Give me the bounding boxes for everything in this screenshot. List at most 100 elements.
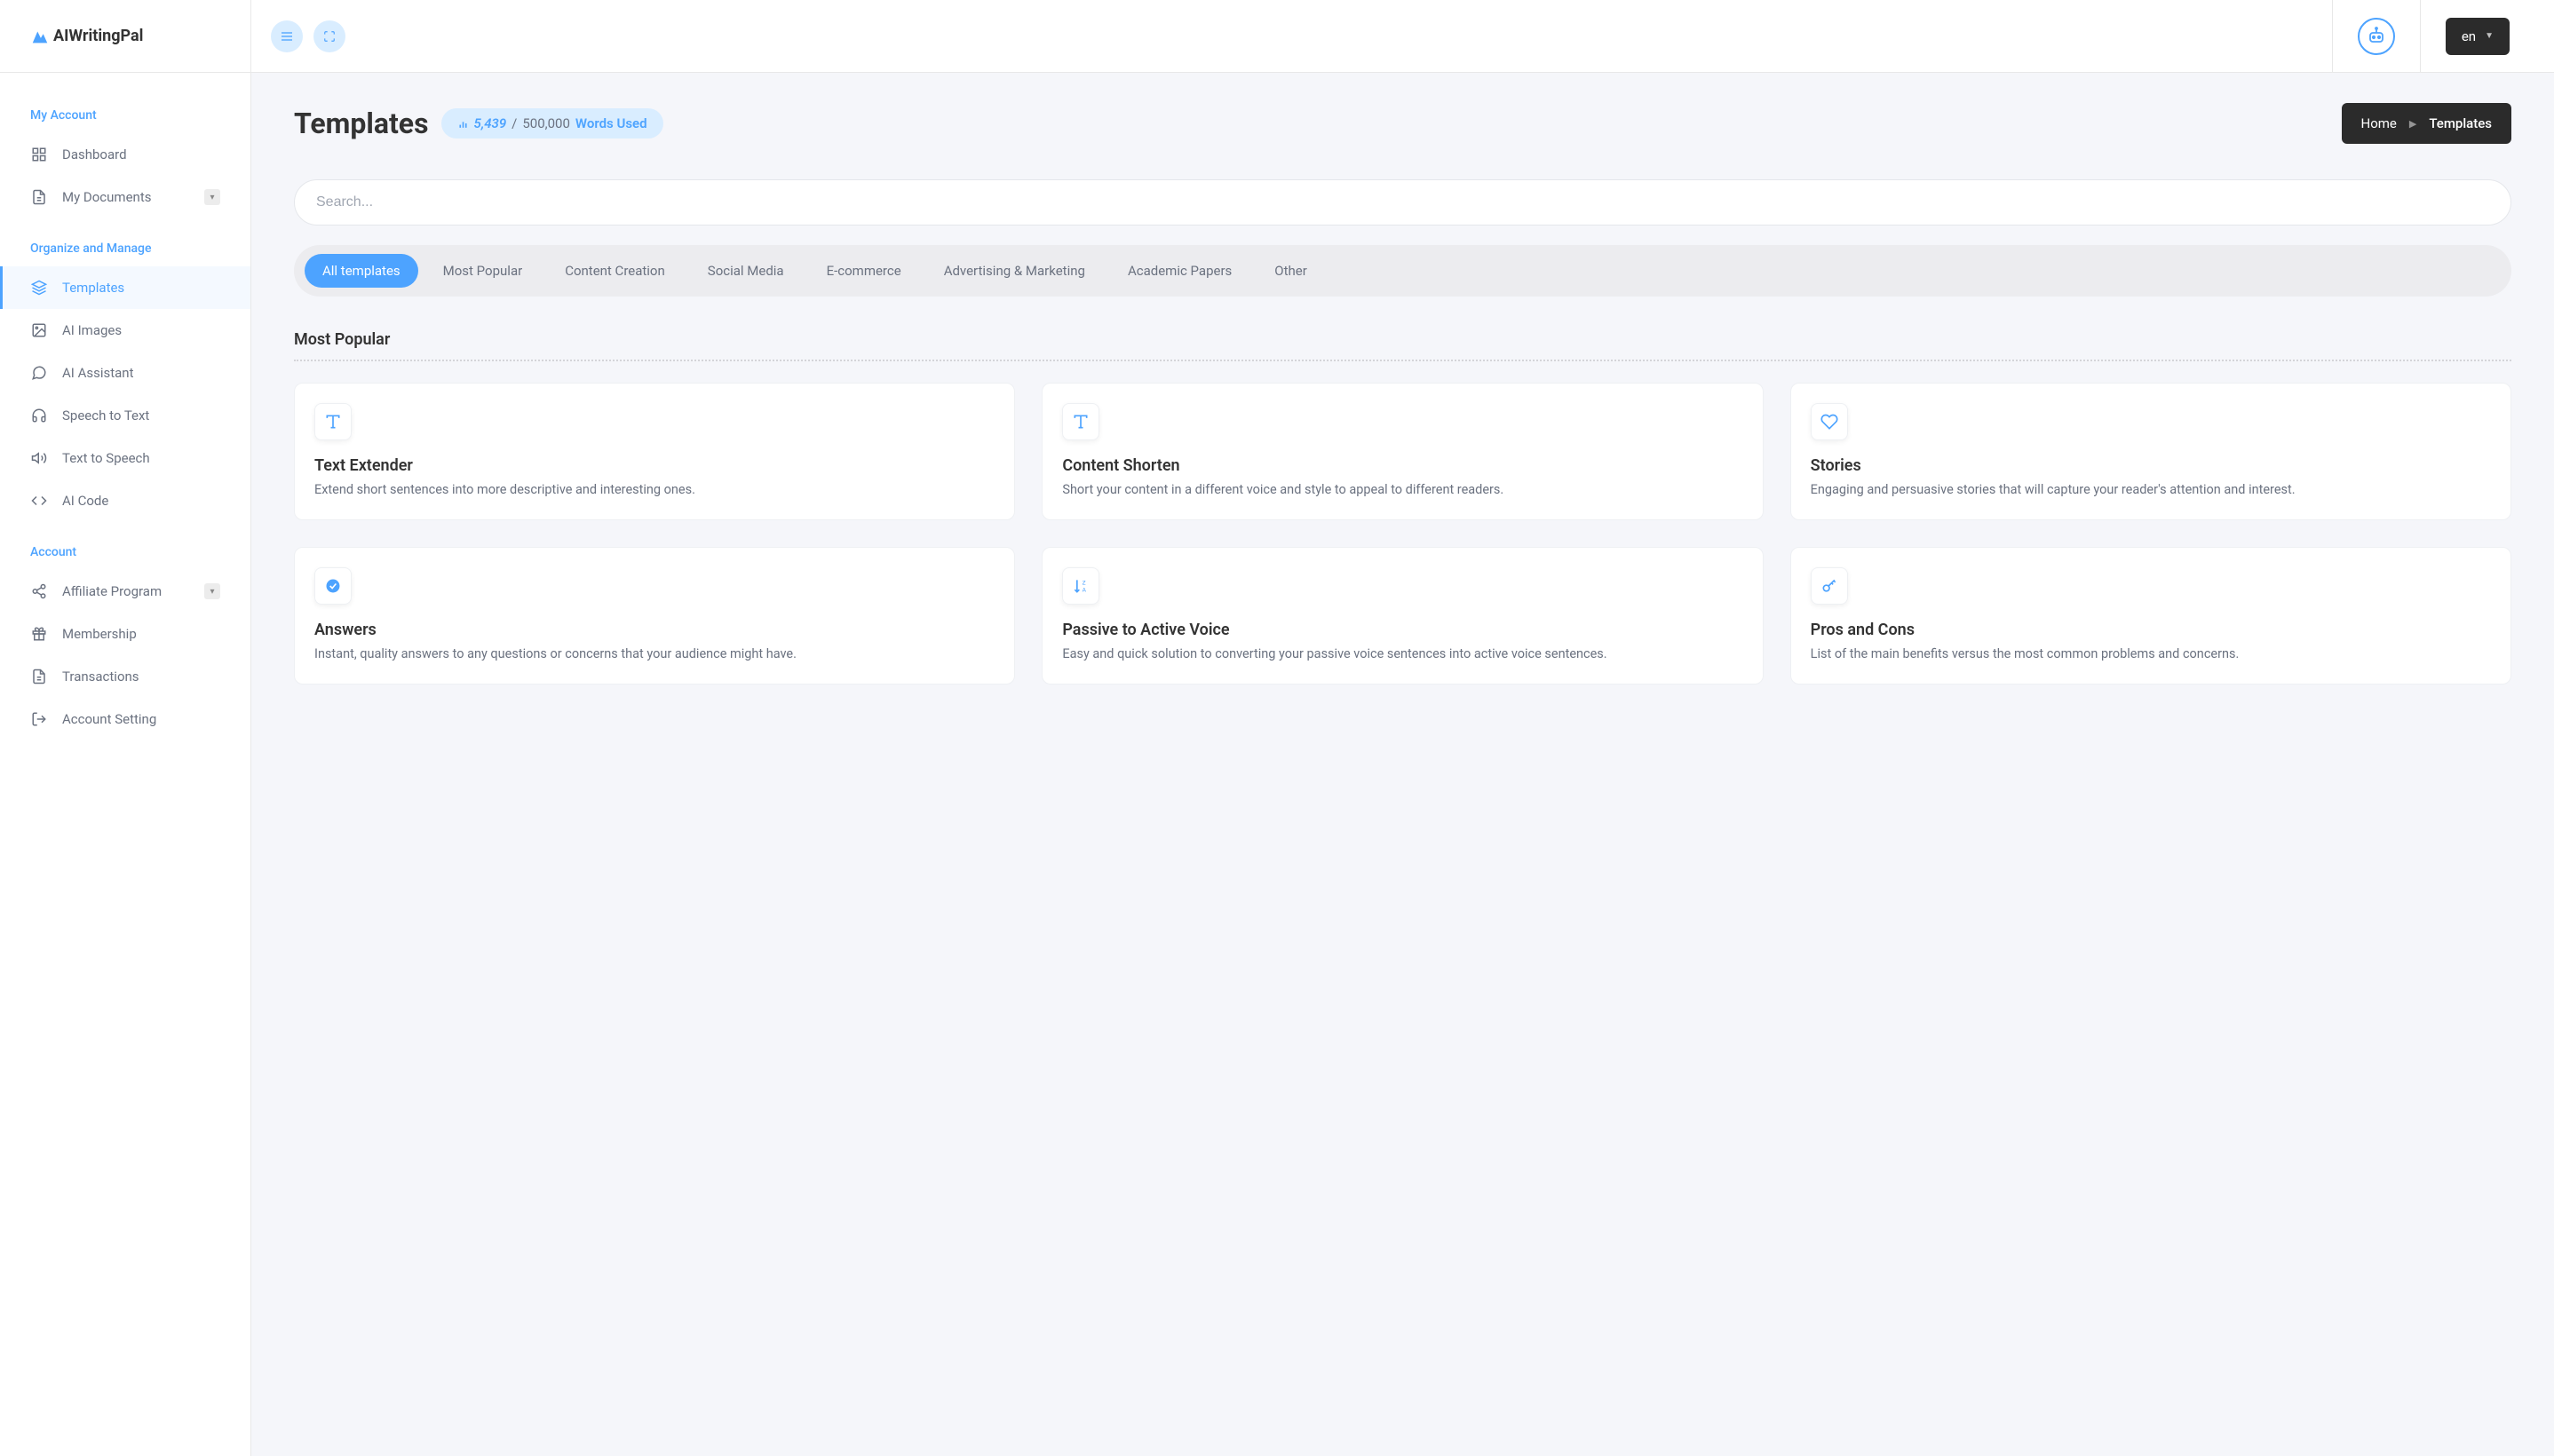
sidebar-item-transactions[interactable]: Transactions	[0, 655, 250, 698]
sort-za-icon: ZA	[1062, 567, 1099, 605]
card-desc: Extend short sentences into more descrip…	[314, 480, 995, 500]
sidebar-item-templates[interactable]: Templates	[0, 266, 250, 309]
breadcrumb-home[interactable]: Home	[2361, 115, 2397, 131]
volume-icon	[30, 449, 48, 467]
section-title: Most Popular	[294, 330, 2511, 361]
maximize-icon	[323, 30, 336, 43]
topbar: en ▼	[251, 0, 2554, 73]
card-title: Passive to Active Voice	[1062, 621, 1742, 639]
filter-social-media[interactable]: Social Media	[690, 254, 802, 288]
chevron-down-icon[interactable]: ▾	[204, 583, 220, 599]
nav-heading-organize: Organize and Manage	[0, 231, 250, 266]
sidebar: AIWritingPal My Account Dashboard My Doc…	[0, 0, 251, 1456]
chart-bar-icon	[457, 118, 469, 130]
template-card[interactable]: Text Extender Extend short sentences int…	[294, 383, 1015, 520]
filter-bar: All templates Most Popular Content Creat…	[294, 245, 2511, 297]
sidebar-item-affiliate[interactable]: Affiliate Program ▾	[0, 570, 250, 613]
filter-other[interactable]: Other	[1257, 254, 1325, 288]
type-icon	[1062, 403, 1099, 440]
logo[interactable]: AIWritingPal	[0, 0, 250, 73]
sidebar-item-ai-assistant[interactable]: AI Assistant	[0, 352, 250, 394]
template-card[interactable]: Answers Instant, quality answers to any …	[294, 547, 1015, 684]
image-icon	[30, 321, 48, 339]
usage-total: 500,000	[522, 115, 570, 131]
sidebar-item-label: Transactions	[62, 669, 139, 684]
sidebar-item-ai-code[interactable]: AI Code	[0, 479, 250, 522]
filter-most-popular[interactable]: Most Popular	[425, 254, 541, 288]
card-title: Text Extender	[314, 456, 995, 475]
check-badge-icon	[314, 567, 352, 605]
nav-heading-account2: Account	[0, 534, 250, 570]
usage-pill: 5,439 / 500,000 Words Used	[441, 108, 663, 138]
headphones-icon	[30, 407, 48, 424]
usage-used: 5,439	[474, 115, 507, 131]
chevron-right-icon: ▶	[2409, 118, 2416, 130]
gift-icon	[30, 625, 48, 643]
card-desc: Short your content in a different voice …	[1062, 480, 1742, 500]
template-cards: Text Extender Extend short sentences int…	[294, 383, 2511, 684]
sidebar-item-dashboard[interactable]: Dashboard	[0, 133, 250, 176]
filter-content-creation[interactable]: Content Creation	[547, 254, 683, 288]
caret-down-icon: ▼	[2485, 31, 2494, 41]
code-icon	[30, 492, 48, 510]
usage-sep: /	[512, 115, 517, 131]
filter-all-templates[interactable]: All templates	[305, 254, 418, 288]
main: en ▼ Templates 5,439 / 500,000 Words Use…	[251, 0, 2554, 1456]
chat-icon	[30, 364, 48, 382]
sidebar-item-membership[interactable]: Membership	[0, 613, 250, 655]
card-title: Pros and Cons	[1811, 621, 2491, 639]
svg-text:A: A	[1083, 586, 1087, 593]
logo-icon	[30, 27, 50, 46]
usage-label: Words Used	[575, 115, 647, 131]
bot-button[interactable]	[2358, 18, 2395, 55]
sidebar-item-label: AI Code	[62, 493, 108, 509]
sidebar-item-ai-images[interactable]: AI Images	[0, 309, 250, 352]
nav: My Account Dashboard My Documents ▾ Orga…	[0, 73, 250, 765]
card-title: Answers	[314, 621, 995, 639]
card-desc: Engaging and persuasive stories that wil…	[1811, 480, 2491, 500]
sidebar-item-label: Speech to Text	[62, 408, 149, 423]
template-card[interactable]: Content Shorten Short your content in a …	[1042, 383, 1763, 520]
robot-icon	[2366, 26, 2387, 47]
sidebar-item-account-setting[interactable]: Account Setting	[0, 698, 250, 740]
key-icon	[1811, 567, 1848, 605]
document-icon	[30, 668, 48, 685]
sidebar-item-label: My Documents	[62, 189, 151, 205]
nav-heading-account: My Account	[0, 98, 250, 133]
document-icon	[30, 188, 48, 206]
heart-icon	[1811, 403, 1848, 440]
menu-icon	[280, 29, 294, 44]
sidebar-item-label: Membership	[62, 626, 137, 642]
breadcrumb-current: Templates	[2429, 115, 2492, 131]
type-icon	[314, 403, 352, 440]
content: Templates 5,439 / 500,000 Words Used Hom…	[251, 73, 2554, 715]
template-card[interactable]: Pros and Cons List of the main benefits …	[1790, 547, 2511, 684]
template-card[interactable]: ZA Passive to Active Voice Easy and quic…	[1042, 547, 1763, 684]
language-label: en	[2462, 28, 2476, 44]
breadcrumb: Home ▶ Templates	[2342, 103, 2511, 144]
filter-academic[interactable]: Academic Papers	[1110, 254, 1249, 288]
share-icon	[30, 582, 48, 600]
sidebar-item-text-to-speech[interactable]: Text to Speech	[0, 437, 250, 479]
card-desc: Instant, quality answers to any question…	[314, 645, 995, 664]
sidebar-item-label: AI Images	[62, 322, 122, 338]
page-header: Templates 5,439 / 500,000 Words Used Hom…	[294, 103, 2511, 144]
search-input[interactable]	[294, 179, 2511, 226]
fullscreen-button[interactable]	[313, 20, 345, 52]
filter-advertising[interactable]: Advertising & Marketing	[926, 254, 1103, 288]
card-desc: List of the main benefits versus the mos…	[1811, 645, 2491, 664]
chevron-down-icon[interactable]: ▾	[204, 189, 220, 205]
language-selector[interactable]: en ▼	[2446, 18, 2510, 55]
filter-ecommerce[interactable]: E-commerce	[809, 254, 919, 288]
sidebar-item-label: Affiliate Program	[62, 583, 162, 599]
page-title: Templates	[294, 107, 429, 140]
layers-icon	[30, 279, 48, 297]
template-card[interactable]: Stories Engaging and persuasive stories …	[1790, 383, 2511, 520]
sidebar-item-speech-to-text[interactable]: Speech to Text	[0, 394, 250, 437]
sidebar-item-label: Dashboard	[62, 146, 127, 162]
grid-icon	[30, 146, 48, 163]
sidebar-item-label: Account Setting	[62, 711, 156, 727]
svg-text:Z: Z	[1083, 579, 1086, 586]
menu-toggle-button[interactable]	[271, 20, 303, 52]
sidebar-item-documents[interactable]: My Documents ▾	[0, 176, 250, 218]
